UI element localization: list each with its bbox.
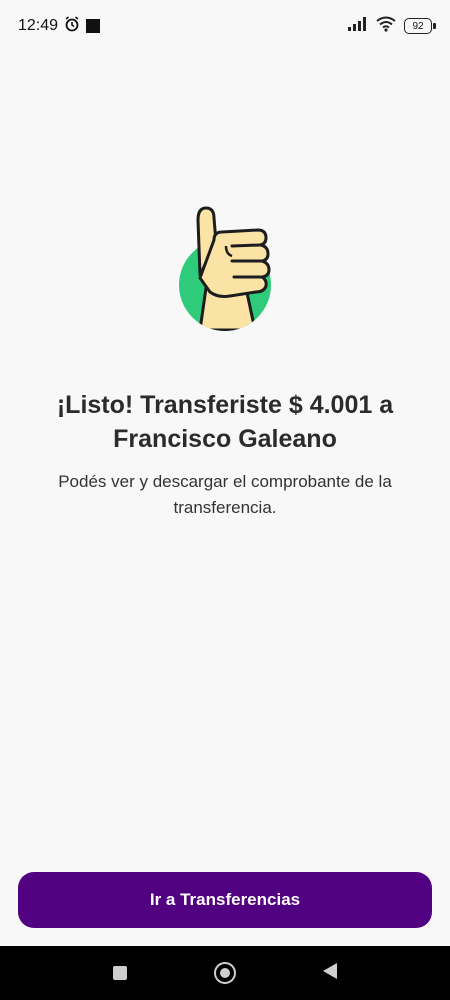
system-nav-bar (0, 946, 450, 1000)
thumbs-up-illustration (170, 200, 280, 340)
wifi-icon (376, 16, 396, 37)
recents-button[interactable] (95, 946, 145, 1000)
status-left: 12:49 (18, 15, 101, 37)
home-button[interactable] (200, 946, 250, 1000)
success-subtitle-line1: Podés ver y descargar el comprobante de … (58, 472, 392, 491)
success-subtitle-line2: transferencia. (173, 498, 277, 517)
recents-icon (113, 966, 127, 980)
notification-square-icon (86, 19, 101, 33)
back-button[interactable] (305, 946, 355, 1000)
success-title: ¡Listo! Transferiste $ 4.001 a Francisco… (0, 388, 450, 456)
back-icon (322, 962, 338, 985)
status-time: 12:49 (18, 17, 59, 34)
home-icon (214, 962, 236, 984)
battery-icon: 92 (404, 18, 436, 34)
success-title-line1: ¡Listo! Transferiste $ 4.001 a (56, 391, 394, 419)
status-right: 92 (348, 16, 436, 37)
success-title-line2: Francisco Galeano (113, 425, 337, 453)
go-to-transfers-button[interactable]: Ir a Transferencias (18, 872, 432, 928)
status-bar: 12:49 92 (0, 0, 450, 52)
alarm-icon (64, 15, 80, 37)
success-subtitle: Podés ver y descargar el comprobante de … (40, 469, 410, 521)
battery-level: 92 (412, 20, 424, 32)
signal-icon (348, 16, 368, 36)
